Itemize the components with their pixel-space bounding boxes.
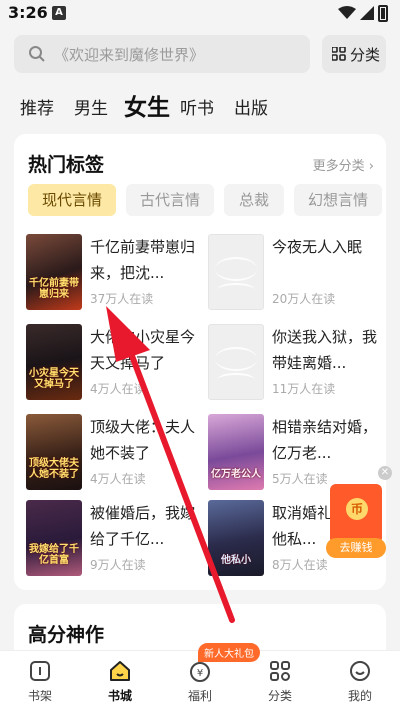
tab-publish[interactable]: 出版: [234, 94, 268, 119]
battery-icon: [378, 5, 388, 22]
home-icon: [110, 661, 130, 681]
book-title: 顶级大佬：夫人她不装了: [90, 418, 196, 462]
notification-icon: A: [52, 6, 66, 20]
search-placeholder: 《欢迎来到魔修世界》: [54, 46, 205, 64]
book-cover-placeholder: [208, 324, 264, 400]
book-readers: 11万人在读: [272, 382, 336, 396]
nav-welfare[interactable]: ¥ 福利: [170, 659, 230, 704]
grid-icon: [332, 47, 346, 61]
book-title: 相错亲结对婚，亿万老...: [272, 418, 378, 462]
book-item[interactable]: 千亿前妻带崽归来 千亿前妻带崽归来，把沈... 37万人在读: [26, 234, 206, 312]
category-button[interactable]: 分类: [322, 35, 386, 73]
book-title: 大佬的小灾星今天又掉马了: [90, 328, 196, 372]
bottom-nav: 新人大礼包 书架 书城 ¥ 福利 分类 我的: [0, 643, 400, 710]
bookshelf-icon: [30, 661, 50, 681]
book-item[interactable]: 今夜无人入眠 20万人在读: [208, 234, 388, 312]
section-title: 热门标签: [28, 154, 105, 176]
book-cover: 千亿前妻带崽归来: [26, 234, 82, 310]
coin-icon: 币: [346, 498, 368, 520]
book-title: 今夜无人入眠: [272, 238, 363, 256]
book-readers: 4万人在读: [90, 472, 146, 486]
book-item[interactable]: 我嫁给了千亿首富 被催婚后，我嫁给了千亿... 9万人在读: [26, 500, 206, 578]
chip-fantasy-romance[interactable]: 幻想言情: [294, 184, 382, 216]
section-title: 高分神作: [28, 624, 105, 646]
book-readers: 8万人在读: [272, 558, 328, 572]
more-categories-link[interactable]: 更多分类 ›: [313, 155, 374, 174]
book-item[interactable]: 顶级大佬夫人她不装了 顶级大佬：夫人她不装了 4万人在读: [26, 414, 206, 492]
book-item[interactable]: 小灾星今天又掉马了 大佬的小灾星今天又掉马了 4万人在读: [26, 324, 206, 402]
tab-female[interactable]: 女生: [124, 88, 170, 122]
book-title: 你送我入狱，我带娃离婚...: [272, 328, 378, 372]
chip-ancient-romance[interactable]: 古代言情: [126, 184, 214, 216]
category-icon: [270, 661, 290, 681]
nav-profile[interactable]: 我的: [330, 659, 390, 704]
book-title: 被催婚后，我嫁给了千亿...: [90, 504, 196, 548]
book-readers: 20万人在读: [272, 292, 336, 306]
book-cover: 顶级大佬夫人她不装了: [26, 414, 82, 490]
book-cover: 小灾星今天又掉马了: [26, 324, 82, 400]
nav-category[interactable]: 分类: [250, 659, 310, 704]
search-bar[interactable]: 《欢迎来到魔修世界》: [14, 35, 310, 73]
book-readers: 9万人在读: [90, 558, 146, 572]
tag-chips: 现代言情 古代言情 总裁 幻想言情: [28, 184, 388, 216]
chip-modern-romance[interactable]: 现代言情: [28, 184, 116, 216]
book-cover: 他私小: [208, 500, 264, 576]
nav-bookstore[interactable]: 书城: [90, 659, 150, 704]
category-button-label: 分类: [350, 46, 381, 64]
tab-recommend[interactable]: 推荐: [20, 94, 54, 119]
book-item[interactable]: 亿万老公人 相错亲结对婚，亿万老... 5万人在读: [208, 414, 388, 492]
tab-male[interactable]: 男生: [74, 94, 108, 119]
book-cover: 亿万老公人: [208, 414, 264, 490]
book-title: 千亿前妻带崽归来，把沈...: [90, 238, 196, 282]
search-icon: [29, 46, 45, 62]
close-icon[interactable]: ✕: [378, 466, 392, 480]
svg-text:¥: ¥: [197, 668, 203, 679]
signal-icon: [360, 6, 374, 20]
earn-money-float[interactable]: ✕ 币 去赚钱: [326, 466, 392, 560]
gift-icon: ¥: [190, 662, 210, 682]
earn-money-button[interactable]: 去赚钱: [326, 538, 386, 558]
book-readers: 37万人在读: [90, 292, 154, 306]
status-time: 3:26: [8, 3, 48, 22]
chip-ceo[interactable]: 总裁: [224, 184, 284, 216]
wifi-icon: [338, 6, 356, 19]
tab-audio[interactable]: 听书: [180, 94, 214, 119]
book-cover: 我嫁给了千亿首富: [26, 500, 82, 576]
book-readers: 4万人在读: [90, 382, 146, 396]
status-bar: 3:26 A: [0, 0, 400, 28]
smile-icon: [350, 661, 370, 681]
nav-bookshelf[interactable]: 书架: [10, 659, 70, 704]
book-readers: 5万人在读: [272, 472, 328, 486]
book-cover-placeholder: [208, 234, 264, 310]
channel-tabs: 推荐 男生 女生 听书 出版: [20, 88, 390, 122]
book-item[interactable]: 你送我入狱，我带娃离婚... 11万人在读: [208, 324, 388, 402]
